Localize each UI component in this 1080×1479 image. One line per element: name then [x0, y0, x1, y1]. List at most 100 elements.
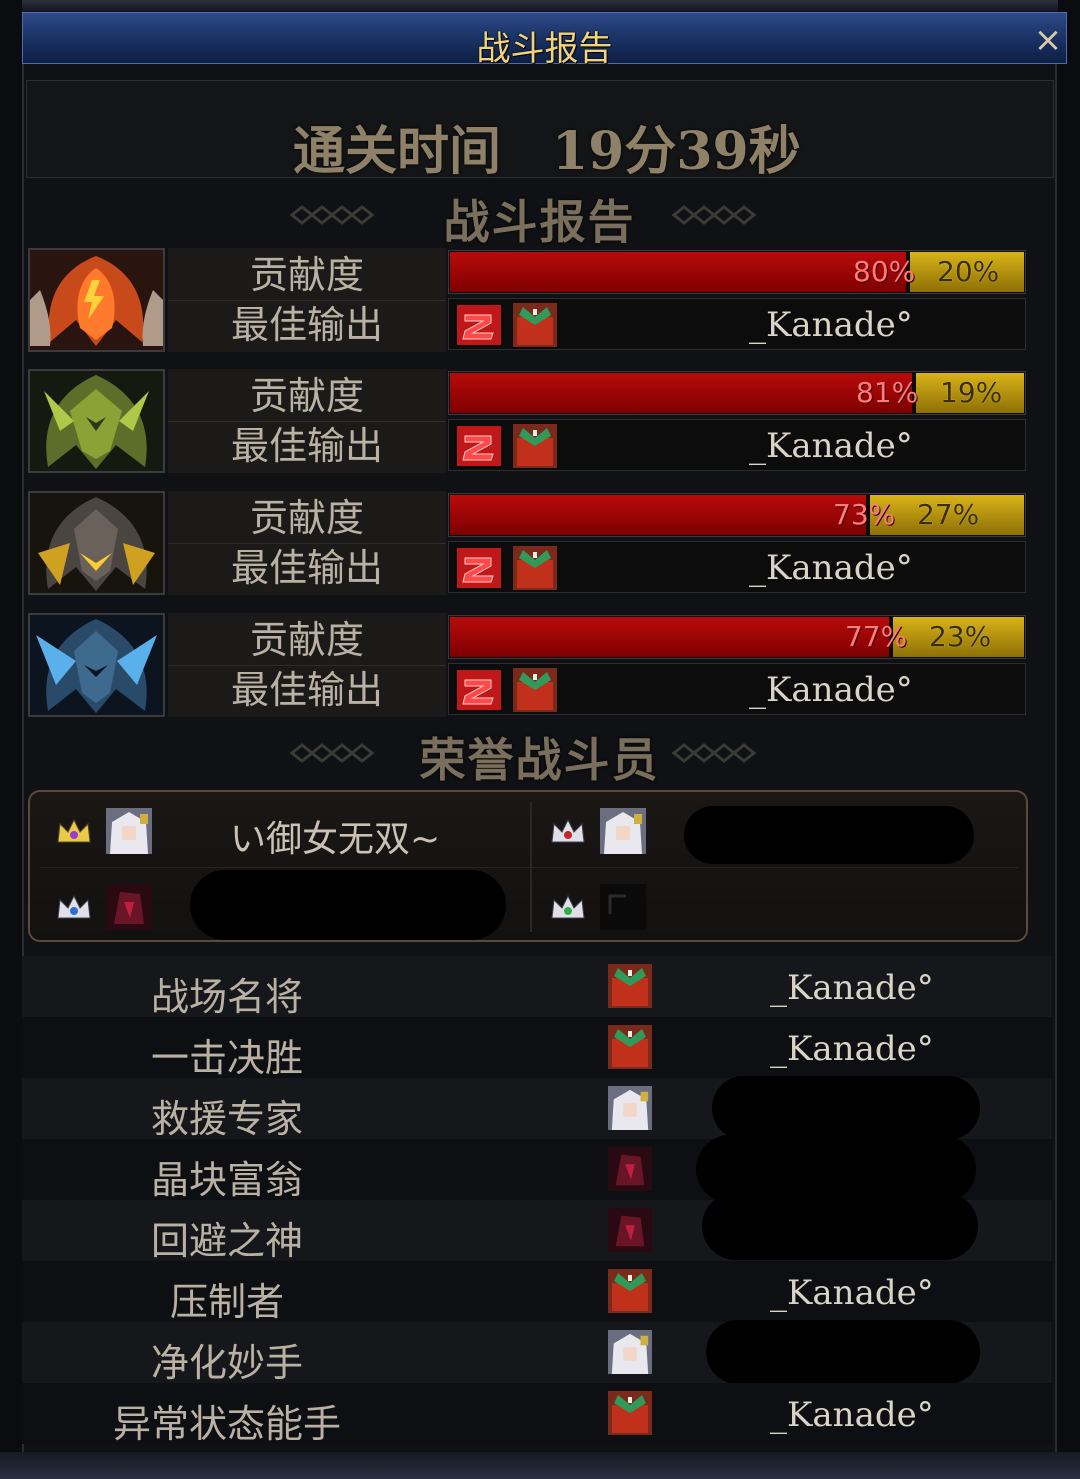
- ornament-left-icon: [290, 743, 375, 763]
- best-output-row: _Kanade°: [448, 298, 1026, 350]
- rank-2-icon: [457, 426, 501, 466]
- award-player: _Kanade°: [770, 1029, 934, 1069]
- crown-icon: [551, 818, 585, 843]
- award-row: 一击决胜 _Kanade°: [22, 1017, 1052, 1080]
- contribution-red-fill: [450, 252, 906, 292]
- boss-1-labels: 贡献度 最佳输出: [168, 248, 446, 352]
- contribution-label: 贡献度: [168, 250, 446, 301]
- contribution-yellow-pct: 27%: [917, 498, 980, 531]
- award-player: _Kanade°: [770, 1395, 934, 1435]
- section-battle-report-title: 战斗报告: [443, 195, 636, 249]
- boss-3-labels: 贡献度 最佳输出: [168, 491, 446, 595]
- boss-blue-mask-icon: [28, 613, 165, 717]
- white-hair-avatar-icon[interactable]: [608, 1086, 652, 1130]
- best-output-label: 最佳输出: [230, 424, 383, 468]
- boss-gold-mask-icon: [28, 491, 165, 595]
- empty-avatar-icon: [600, 884, 646, 930]
- section-honor-members: 荣誉战斗员: [22, 724, 1057, 787]
- honor-member-name: い御女无双~: [230, 819, 441, 860]
- contribution-yellow-pct: 20%: [937, 255, 1000, 288]
- crown-icon: [57, 818, 91, 843]
- honor-member-4[interactable]: [524, 876, 1004, 936]
- window-titlebar[interactable]: 战斗报告: [22, 12, 1067, 69]
- best-output-row: _Kanade°: [448, 663, 1026, 715]
- boss-row-1: 贡献度 最佳输出 80% 20% _Kanade°: [28, 248, 1028, 352]
- award-player: _Kanade°: [770, 1273, 934, 1313]
- rank-2-icon: [457, 305, 501, 345]
- contribution-label: 贡献度: [168, 371, 446, 422]
- award-title: 压制者: [169, 1280, 284, 1324]
- red-avatar-icon[interactable]: [608, 1269, 652, 1313]
- white-hair-avatar-icon: [600, 808, 646, 854]
- boss-row-4: 贡献度 最佳输出 77% 23% _Kanade°: [28, 613, 1028, 717]
- contribution-red-pct: 81%: [856, 376, 919, 409]
- best-output-row: _Kanade°: [448, 419, 1026, 471]
- award-title: 一击决胜: [150, 1036, 303, 1080]
- award-title: 回避之神: [150, 1219, 303, 1263]
- contribution-red-fill: [450, 373, 912, 413]
- honor-member-3[interactable]: [30, 870, 510, 940]
- red-avatar-icon[interactable]: [608, 1025, 652, 1069]
- background-bottom-strip: [0, 1452, 1080, 1479]
- contribution-label: 贡献度: [168, 493, 446, 544]
- background-top-strip: [0, 0, 1080, 12]
- section-battle-report: 战斗报告: [22, 186, 1057, 249]
- best-output-player: _Kanade°: [749, 305, 913, 345]
- clear-time-bar: 通关时间 19分39秒: [26, 80, 1054, 182]
- best-output-label: 最佳输出: [230, 668, 383, 712]
- section-honor-members-title: 荣誉战斗员: [419, 733, 660, 787]
- contribution-bar: 80% 20%: [448, 250, 1026, 294]
- clear-time-label: 通关时间: [293, 121, 502, 182]
- contribution-yellow-pct: 23%: [929, 620, 992, 653]
- award-title: 异常状态能手: [112, 1402, 341, 1446]
- best-output-player: _Kanade°: [749, 670, 913, 710]
- dark-red-avatar-icon[interactable]: [608, 1208, 652, 1252]
- award-row: 救援专家: [22, 1076, 1052, 1141]
- award-row: 回避之神: [22, 1192, 1052, 1263]
- redacted-name: [706, 1320, 980, 1384]
- contribution-bar: 77% 23%: [448, 615, 1026, 659]
- redacted-name: [712, 1076, 980, 1140]
- red-avatar-icon[interactable]: [513, 303, 557, 347]
- boss-2-labels: 贡献度 最佳输出: [168, 369, 446, 473]
- window-title: 战斗报告: [476, 29, 613, 69]
- awards-list: 战场名将 _Kanade° 一击决胜 _Kanade° 救援专家 晶块富翁 回避…: [22, 956, 1052, 1448]
- boss-row-3: 贡献度 最佳输出 73% 27% _Kanade°: [28, 491, 1028, 595]
- white-hair-avatar-icon[interactable]: [608, 1330, 652, 1374]
- boss-fire-mask-icon: [28, 248, 165, 352]
- award-player: _Kanade°: [770, 968, 934, 1008]
- background-left-strip: [0, 0, 22, 1479]
- best-output-label: 最佳输出: [230, 546, 383, 590]
- crown-icon: [57, 894, 91, 919]
- award-row: 压制者 _Kanade°: [22, 1261, 1052, 1324]
- red-avatar-icon[interactable]: [608, 964, 652, 1008]
- close-button[interactable]: ×: [1030, 22, 1066, 58]
- red-avatar-icon[interactable]: [513, 668, 557, 712]
- background-right-strip: [1058, 0, 1080, 1479]
- award-row: 晶块富翁: [22, 1135, 1052, 1203]
- contribution-red-pct: 73%: [833, 498, 896, 531]
- honor-member-1[interactable]: い御女无双~: [30, 800, 510, 860]
- best-output-label: 最佳输出: [230, 303, 383, 347]
- contribution-bar: 81% 19%: [448, 371, 1026, 415]
- best-output-row: _Kanade°: [448, 541, 1026, 593]
- honor-member-2[interactable]: [524, 800, 1004, 864]
- award-row: 净化妙手: [22, 1320, 1052, 1385]
- red-avatar-icon[interactable]: [513, 424, 557, 468]
- contribution-red-pct: 77%: [845, 620, 908, 653]
- honor-members-box: い御女无双~: [28, 790, 1028, 942]
- dark-red-avatar-icon[interactable]: [608, 1147, 652, 1191]
- boss-4-labels: 贡献度 最佳输出: [168, 613, 446, 717]
- award-row: 战场名将 _Kanade°: [22, 956, 1052, 1019]
- award-title: 战场名将: [150, 975, 303, 1019]
- red-avatar-icon[interactable]: [608, 1391, 652, 1435]
- red-avatar-icon[interactable]: [513, 546, 557, 590]
- honor-divider-horizontal: [40, 867, 1018, 868]
- contribution-yellow-pct: 19%: [940, 376, 1003, 409]
- redacted-name: [702, 1192, 978, 1260]
- white-hair-avatar-icon: [106, 808, 152, 854]
- clear-time-value: 19分39秒: [552, 121, 801, 182]
- boss-green-mask-icon: [28, 369, 165, 473]
- contribution-red-fill: [450, 617, 889, 657]
- award-title: 救援专家: [150, 1097, 303, 1141]
